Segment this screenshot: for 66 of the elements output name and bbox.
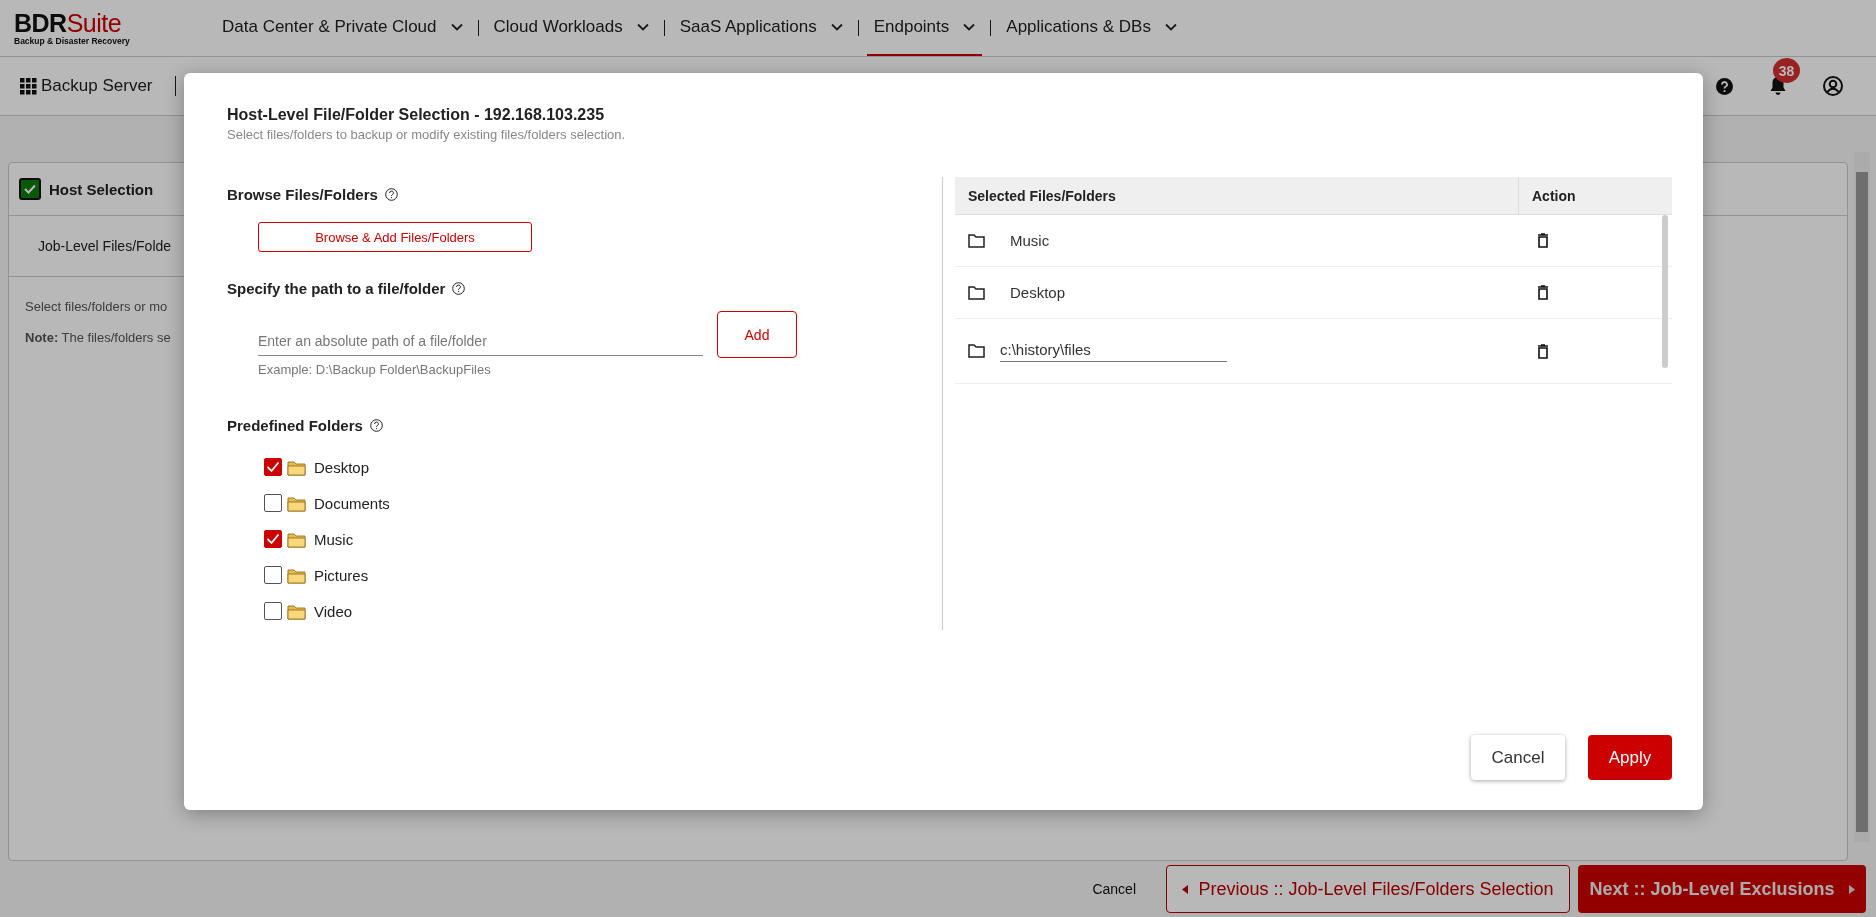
- folder-label: Music: [314, 530, 354, 548]
- folder-icon: [287, 458, 307, 476]
- help-icon[interactable]: [1716, 77, 1733, 95]
- folder-icon: [287, 530, 307, 548]
- folder-icon: [968, 285, 985, 300]
- nav-menu-item[interactable]: SaaS Applications: [672, 0, 850, 56]
- chevron-down-icon: [1164, 23, 1177, 31]
- next-button[interactable]: Next :: Job-Level Exclusions: [1578, 865, 1866, 913]
- caret-left-icon: [1182, 884, 1189, 894]
- caret-right-icon: [1848, 884, 1855, 894]
- apply-button[interactable]: Apply: [1588, 735, 1672, 780]
- help-icon[interactable]: [384, 188, 398, 201]
- folder-label: Desktop: [314, 458, 370, 476]
- delete-icon[interactable]: [1537, 343, 1549, 359]
- folder-icon: [968, 344, 985, 358]
- folder-label: Video: [314, 602, 353, 620]
- brand-logo: BDRSuite: [14, 10, 123, 36]
- step-title: Host Selection: [49, 180, 154, 198]
- user-avatar-icon[interactable]: [1823, 76, 1843, 96]
- folder-checkbox[interactable]: [264, 530, 282, 548]
- instruction-text: Note: The files/folders se: [25, 330, 171, 345]
- brand-tagline: Backup & Disaster Recovery: [14, 36, 131, 46]
- add-button[interactable]: Add: [717, 311, 797, 358]
- instruction-text: Select files/folders or mo: [25, 299, 168, 314]
- help-icon[interactable]: [452, 282, 466, 295]
- chevron-down-icon: [450, 23, 463, 31]
- dialog-subtitle: Select files/folders to backup or modify existing files/folders selection.: [227, 127, 627, 142]
- section-heading: Browse Files/Folders: [227, 186, 378, 203]
- section-heading: Specify the path to a file/folder: [227, 280, 446, 297]
- delete-icon[interactable]: [1537, 233, 1549, 248]
- folder-checkbox[interactable]: [264, 566, 282, 584]
- delete-icon[interactable]: [1537, 285, 1549, 300]
- grid-menu-icon[interactable]: [20, 77, 37, 95]
- folder-icon: [968, 233, 985, 248]
- scrollbar[interactable]: [1854, 152, 1870, 842]
- folder-label: Documents: [314, 494, 390, 512]
- chevron-down-icon: [636, 23, 649, 31]
- folder-checkbox[interactable]: [264, 494, 282, 512]
- cancel-link[interactable]: Cancel: [1086, 880, 1142, 898]
- chevron-down-icon: [830, 23, 843, 31]
- folder-icon: [287, 494, 307, 512]
- previous-button[interactable]: Previous :: Job-Level Files/Folders Selection: [1166, 865, 1570, 913]
- nav-menu-item[interactable]: Data Center & Private Cloud: [215, 0, 470, 56]
- table-cell: Music: [1010, 232, 1050, 249]
- checkmark-icon: [266, 461, 280, 473]
- page-title: Backup Server: [41, 76, 153, 96]
- column-header: Selected Files/Folders: [967, 186, 1117, 206]
- notification-count: 38: [1773, 58, 1800, 83]
- folder-label: Pictures: [314, 566, 369, 584]
- nav-menu-item[interactable]: Cloud Workloads: [486, 0, 656, 56]
- cancel-button[interactable]: Cancel: [1471, 735, 1565, 780]
- example-hint: Example: D:\Backup Folder\BackupFiles: [258, 362, 492, 377]
- chevron-down-icon: [963, 23, 976, 31]
- section-heading: Predefined Folders: [227, 417, 363, 434]
- folder-checkbox[interactable]: [264, 602, 282, 620]
- folder-checkbox[interactable]: [264, 458, 282, 476]
- folder-icon: [287, 602, 307, 620]
- checkmark-icon: [266, 533, 280, 545]
- help-icon[interactable]: [369, 419, 383, 432]
- checkmark-icon: [24, 184, 36, 194]
- table-cell: Desktop: [1010, 284, 1066, 301]
- column-header: Action: [1518, 177, 1672, 214]
- nav-menu-item[interactable]: Applications & DBs: [999, 0, 1184, 56]
- dialog-title: Host-Level File/Folder Selection - 192.168.103.235: [227, 106, 606, 124]
- folder-icon: [287, 566, 307, 584]
- browse-button[interactable]: Browse & Add Files/Folders: [258, 222, 532, 252]
